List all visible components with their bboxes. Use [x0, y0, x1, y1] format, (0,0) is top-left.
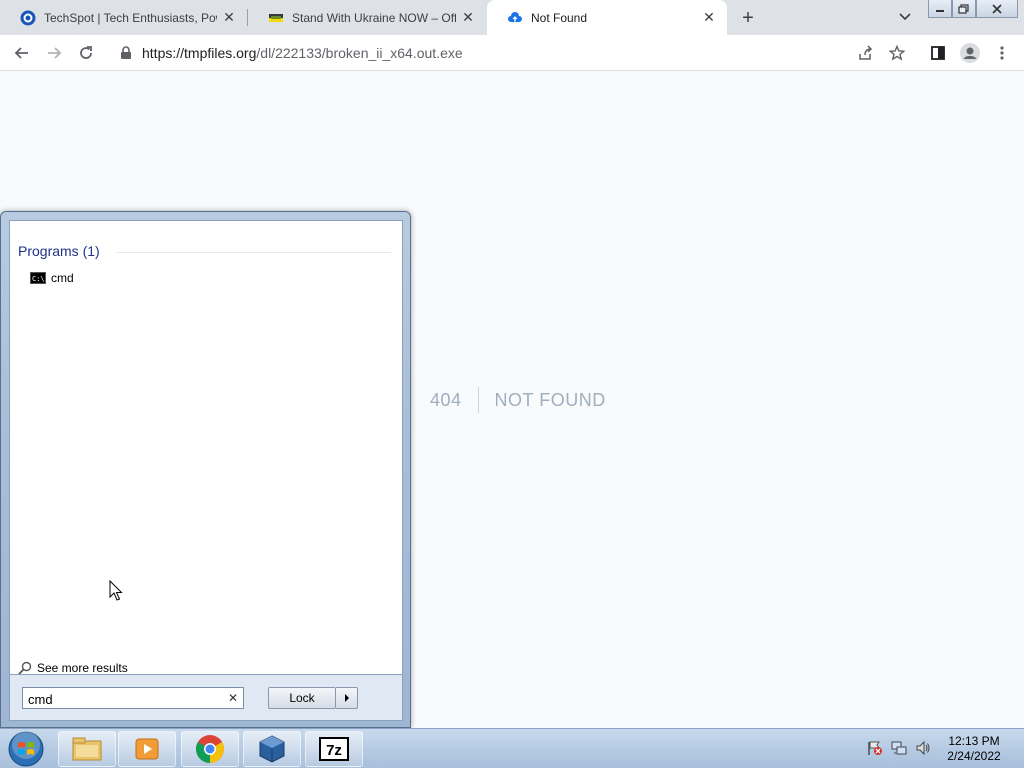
- share-icon[interactable]: [856, 44, 874, 62]
- tab-title: Not Found: [531, 10, 588, 25]
- new-tab-button[interactable]: +: [736, 6, 760, 30]
- virtualbox-icon: [259, 735, 285, 763]
- close-icon[interactable]: ✕: [221, 9, 237, 26]
- menu-button[interactable]: [990, 41, 1014, 65]
- arrow-right-icon: [344, 694, 349, 702]
- volume-icon[interactable]: [914, 739, 932, 757]
- tab-not-found[interactable]: Not Found ✕: [487, 0, 727, 35]
- result-cmd[interactable]: C:\ cmd: [30, 269, 230, 287]
- arrow-left-icon: [14, 47, 28, 59]
- taskbar: 7z 12:13 PM 2/24/2022: [0, 728, 1024, 768]
- tab-search-button[interactable]: [896, 8, 914, 26]
- restore-button[interactable]: [952, 0, 976, 18]
- windows-logo-icon: [8, 731, 44, 767]
- minimize-icon: [936, 9, 944, 12]
- magnifier-icon: [18, 661, 32, 675]
- not-found-message: 404 NOT FOUND: [430, 387, 606, 413]
- shutdown-options-button[interactable]: [336, 687, 358, 709]
- start-button[interactable]: [6, 730, 46, 768]
- side-panel-icon: [931, 46, 945, 60]
- programs-group-label: Programs (1): [18, 243, 100, 259]
- 7zip-icon: 7z: [319, 737, 349, 761]
- tab-title: Stand With Ukraine NOW – Offic: [292, 10, 456, 25]
- arrow-right-icon: [48, 47, 62, 59]
- tab-techspot[interactable]: TechSpot | Tech Enthusiasts, Pow ✕: [0, 0, 247, 35]
- taskbar-chrome[interactable]: [181, 731, 239, 767]
- star-icon[interactable]: [888, 44, 906, 62]
- forward-button[interactable]: [42, 41, 66, 65]
- avatar-icon: [960, 43, 980, 63]
- file-explorer-icon: [72, 737, 102, 761]
- svg-text:7z: 7z: [326, 742, 342, 759]
- close-icon[interactable]: ✕: [460, 9, 476, 26]
- see-more-label: See more results: [37, 661, 128, 675]
- address-bar[interactable]: https://tmpfiles.org/dl/222133/broken_ii…: [110, 38, 920, 68]
- error-code: 404: [430, 387, 479, 413]
- mouse-cursor-icon: [109, 580, 123, 601]
- start-menu: Programs (1) C:\ cmd See more results ✕ …: [0, 211, 411, 728]
- group-divider: [116, 252, 391, 253]
- clock-time: 12:13 PM: [948, 734, 1000, 748]
- back-button[interactable]: [10, 41, 34, 65]
- ukraine-icon: [268, 10, 284, 26]
- tab-strip: TechSpot | Tech Enthusiasts, Pow ✕ Stand…: [0, 0, 1024, 35]
- search-results-panel: Programs (1) C:\ cmd See more results: [9, 220, 403, 675]
- system-clock[interactable]: 12:13 PM 2/24/2022: [940, 734, 1008, 764]
- taskbar-media-player[interactable]: [118, 731, 176, 767]
- media-player-icon: [135, 738, 159, 760]
- tab-ukraine[interactable]: Stand With Ukraine NOW – Offic ✕: [248, 0, 486, 35]
- error-text: NOT FOUND: [494, 390, 606, 410]
- start-menu-footer: ✕ Lock: [9, 675, 403, 721]
- network-icon[interactable]: [890, 739, 908, 757]
- clear-search-icon[interactable]: ✕: [226, 691, 240, 705]
- profile-button[interactable]: [958, 41, 982, 65]
- url-text[interactable]: https://tmpfiles.org/dl/222133/broken_ii…: [142, 45, 463, 61]
- taskbar-7zip[interactable]: 7z: [305, 731, 363, 767]
- lock-button-label: Lock: [289, 691, 315, 705]
- browser-toolbar: https://tmpfiles.org/dl/222133/broken_ii…: [0, 35, 1024, 71]
- lock-button[interactable]: Lock: [268, 687, 336, 709]
- cloud-upload-icon: [507, 10, 523, 26]
- tab-title: TechSpot | Tech Enthusiasts, Pow: [44, 10, 217, 25]
- more-vert-icon: [1000, 46, 1004, 60]
- reload-icon: [80, 46, 92, 59]
- chrome-icon: [196, 735, 224, 763]
- reload-button[interactable]: [74, 41, 98, 65]
- side-panel-button[interactable]: [926, 41, 950, 65]
- start-search-input[interactable]: [22, 687, 244, 709]
- chevron-down-icon: [899, 13, 911, 21]
- close-icon: [992, 3, 1002, 14]
- action-center-icon[interactable]: [866, 739, 884, 757]
- minimize-button[interactable]: [928, 0, 952, 18]
- taskbar-virtualbox[interactable]: [243, 731, 301, 767]
- close-icon[interactable]: ✕: [701, 9, 717, 26]
- result-label: cmd: [51, 271, 74, 285]
- restore-icon: [958, 3, 969, 14]
- cmd-icon: C:\: [30, 272, 46, 284]
- lock-icon[interactable]: [120, 46, 132, 60]
- clock-date: 2/24/2022: [947, 749, 1001, 763]
- see-more-results-link[interactable]: See more results: [18, 661, 128, 675]
- close-window-button[interactable]: [976, 0, 1018, 18]
- taskbar-file-explorer[interactable]: [58, 731, 116, 767]
- techspot-icon: [20, 10, 36, 26]
